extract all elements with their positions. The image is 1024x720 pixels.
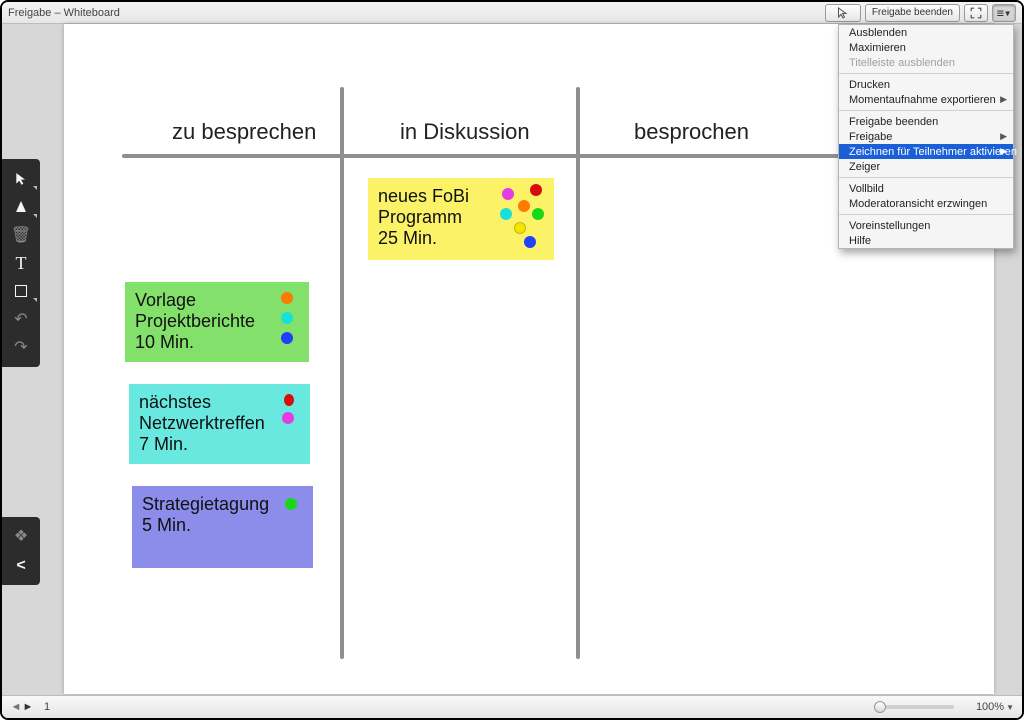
text-icon: T (16, 253, 27, 274)
menu-item-enable-participant-drawing[interactable]: Zeichnen für Teilnehmer aktivieren▶ (839, 144, 1013, 159)
menu-item-force-presenter[interactable]: Moderatoransicht erzwingen (839, 196, 1013, 211)
menu-icon: ≡▾ (997, 6, 1011, 20)
next-page-button[interactable]: ► (22, 701, 34, 713)
participant-dot (518, 200, 530, 212)
collapse-sidebar-button[interactable]: < (2, 551, 40, 581)
redo-icon: ↷ (14, 337, 27, 357)
card-netzwerktreffen[interactable]: nächstes Netzwerktreffen 7 Min. (129, 384, 310, 464)
card-line: Netzwerktreffen (139, 413, 300, 434)
column-header-progress: in Diskussion (400, 119, 530, 145)
zoom-level: 100% (962, 701, 1004, 713)
submenu-arrow-icon: ▶ (1000, 131, 1007, 142)
participant-dot (281, 292, 293, 304)
column-divider-2 (576, 87, 580, 659)
footer: ◄ ► 1 100% ▼ (2, 695, 1022, 718)
column-divider-1 (340, 87, 344, 659)
end-share-label: Freigabe beenden (872, 7, 953, 18)
zoom-dropdown[interactable]: ▼ (1006, 703, 1014, 712)
card-line: nächstes (139, 392, 300, 413)
menu-separator (839, 73, 1013, 74)
header-underline (122, 154, 875, 158)
redo-tool[interactable]: ↷ (2, 333, 40, 361)
menu-item-hide[interactable]: Ausblenden (839, 25, 1013, 40)
menu-item-preferences[interactable]: Voreinstellungen (839, 218, 1013, 233)
menu-separator (839, 110, 1013, 111)
participant-dot (285, 498, 297, 510)
menu-item-maximize[interactable]: Maximieren (839, 40, 1013, 55)
menu-item-help[interactable]: Hilfe (839, 233, 1013, 248)
participant-dot (530, 184, 542, 196)
column-header-todo: zu besprechen (172, 119, 316, 145)
participant-dot (524, 236, 536, 248)
zoom-slider[interactable] (874, 705, 954, 709)
participant-dot (502, 188, 514, 200)
menu-separator (839, 177, 1013, 178)
titlebar: Freigabe – Whiteboard Freigabe beenden ≡… (2, 2, 1022, 24)
undo-icon: ↶ (14, 309, 27, 329)
options-menu-button[interactable]: ≡▾ (992, 4, 1016, 22)
menu-item-pointer[interactable]: Zeiger (839, 159, 1013, 174)
layers-icon: ❖ (14, 526, 28, 546)
menu-item-end-share[interactable]: Freigabe beenden (839, 114, 1013, 129)
zoom-knob[interactable] (874, 701, 886, 713)
menu-item-fullscreen[interactable]: Vollbild (839, 181, 1013, 196)
end-share-button[interactable]: Freigabe beenden (865, 4, 960, 22)
card-line: Strategietagung (142, 494, 303, 515)
participant-dot (282, 412, 294, 424)
menu-item-hide-titlebar: Titelleiste ausblenden (839, 55, 1013, 70)
fullscreen-button[interactable] (964, 4, 988, 22)
menu-item-export-snapshot[interactable]: Momentaufnahme exportieren▶ (839, 92, 1013, 107)
menu-item-share[interactable]: Freigabe▶ (839, 129, 1013, 144)
participant-dot (281, 312, 293, 324)
sidebar-lower: ❖ < (2, 517, 40, 585)
shape-tool[interactable] (2, 277, 40, 305)
page-number: 1 (44, 701, 50, 713)
participant-dot (500, 208, 512, 220)
participant-dot (532, 208, 544, 220)
tool-sidebar: 🗑 T ↶ ↷ (2, 159, 40, 367)
card-strategietagung[interactable]: Strategietagung 5 Min. (132, 486, 313, 568)
card-vorlage[interactable]: Vorlage Projektberichte 10 Min. (125, 282, 309, 362)
submenu-arrow-icon: ▶ (1000, 146, 1007, 157)
window-title: Freigabe – Whiteboard (8, 7, 120, 19)
submenu-arrow-icon: ▶ (1000, 94, 1007, 105)
column-header-done: besprochen (634, 119, 749, 145)
card-fobi[interactable]: neues FoBi Programm 25 Min. (368, 178, 554, 260)
card-line: Projektberichte (135, 311, 299, 332)
text-tool[interactable]: T (2, 249, 40, 277)
menu-separator (839, 214, 1013, 215)
layers-button[interactable]: ❖ (2, 521, 40, 551)
chevron-left-icon: < (16, 557, 25, 575)
card-line: 7 Min. (139, 434, 300, 455)
undo-tool[interactable]: ↶ (2, 305, 40, 333)
participant-dot (514, 222, 526, 234)
prev-page-button[interactable]: ◄ (10, 701, 22, 713)
participant-dot (281, 332, 293, 344)
card-line: 5 Min. (142, 515, 303, 536)
select-tool[interactable] (2, 165, 40, 193)
delete-tool[interactable]: 🗑 (2, 221, 40, 249)
card-line: Vorlage (135, 290, 299, 311)
menu-item-print[interactable]: Drucken (839, 77, 1013, 92)
pen-tool[interactable] (2, 193, 40, 221)
trash-icon: 🗑 (11, 225, 31, 245)
participant-dot (284, 394, 294, 406)
card-line: 10 Min. (135, 332, 299, 353)
options-menu: Ausblenden Maximieren Titelleiste ausble… (838, 24, 1014, 249)
pointer-tool-button[interactable] (825, 4, 861, 22)
